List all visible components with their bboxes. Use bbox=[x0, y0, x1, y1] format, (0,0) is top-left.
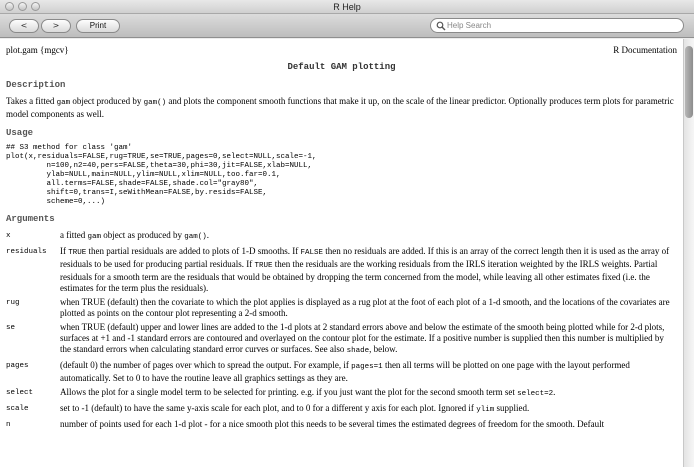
window-controls bbox=[5, 2, 40, 11]
text-run: then partial residuals are added to plot… bbox=[86, 246, 301, 256]
inline-code: FALSE bbox=[300, 249, 323, 257]
argument-row: x a fitted gam object as produced by gam(… bbox=[6, 230, 677, 246]
argument-description: when TRUE (default) upper and lower line… bbox=[60, 322, 677, 360]
page-title: Default GAM plotting bbox=[287, 62, 396, 72]
chevron-right-icon: > bbox=[52, 21, 60, 30]
inline-code: shade bbox=[346, 347, 370, 355]
description-text: Takes a fitted gam object produced by ga… bbox=[6, 96, 677, 120]
text-run: supplied. bbox=[494, 403, 530, 413]
text-run: , below. bbox=[369, 344, 398, 354]
argument-row: select Allows the plot for a single model… bbox=[6, 387, 677, 403]
argument-row: rug when TRUE (default) then the covariat… bbox=[6, 297, 677, 322]
argument-description: set to -1 (default) to have the same y-a… bbox=[60, 403, 677, 419]
forward-button[interactable]: > bbox=[41, 19, 71, 33]
argument-description: when TRUE (default) then the covariate t… bbox=[60, 297, 677, 322]
argument-description: Allows the plot for a single model term … bbox=[60, 387, 677, 403]
text-run: . bbox=[553, 387, 556, 397]
usage-heading: Usage bbox=[6, 128, 34, 138]
help-search-field[interactable]: Help Search bbox=[430, 18, 684, 33]
argument-row: n number of points used for each 1-d plot… bbox=[6, 419, 677, 434]
text-run: object as produced by bbox=[101, 230, 185, 240]
argument-description: a fitted gam object as produced by gam()… bbox=[60, 230, 677, 246]
argument-name: rug bbox=[6, 299, 20, 307]
inline-code: pages=1 bbox=[351, 363, 383, 371]
argument-description: number of points used for each 1-d plot … bbox=[60, 419, 677, 434]
argument-name: scale bbox=[6, 405, 29, 413]
text-run: a fitted bbox=[60, 230, 88, 240]
print-button[interactable]: Print bbox=[76, 19, 120, 33]
topic-label: plot.gam {mgcv} bbox=[6, 45, 69, 55]
argument-description: If TRUE then partial residuals are added… bbox=[60, 246, 677, 297]
inline-code: gam bbox=[56, 99, 71, 107]
window-titlebar: R Help bbox=[0, 0, 694, 14]
text-run: when TRUE (default) then the covariate t… bbox=[60, 297, 670, 318]
argument-row: residuals If TRUE then partial residuals … bbox=[6, 246, 677, 297]
inline-code: TRUE bbox=[254, 262, 273, 270]
arguments-heading: Arguments bbox=[6, 214, 55, 224]
scrollbar-thumb[interactable] bbox=[685, 46, 693, 118]
argument-name: select bbox=[6, 389, 34, 397]
text-run: Takes a fitted bbox=[6, 96, 57, 106]
argument-row: scale set to -1 (default) to have the sam… bbox=[6, 403, 677, 419]
argument-name: pages bbox=[6, 362, 29, 370]
argument-name: se bbox=[6, 324, 16, 332]
text-run: . bbox=[206, 230, 210, 240]
description-heading: Description bbox=[6, 80, 66, 90]
toolbar: < > Print Help Search bbox=[0, 14, 694, 38]
vertical-scrollbar[interactable] bbox=[683, 39, 694, 467]
usage-code: ## S3 method for class 'gam' plot(x,resi… bbox=[6, 144, 317, 206]
window-title: R Help bbox=[333, 2, 361, 12]
argument-row: pages (default 0) the number of pages ove… bbox=[6, 360, 677, 387]
inline-code: gam() bbox=[184, 233, 207, 241]
help-content: plot.gam {mgcv} R Documentation Default … bbox=[0, 39, 683, 467]
minimize-window-button[interactable] bbox=[18, 2, 27, 11]
help-search-placeholder: Help Search bbox=[447, 21, 492, 30]
text-run: Allows the plot for a single model term … bbox=[60, 387, 518, 397]
argument-description: (default 0) the number of pages over whi… bbox=[60, 360, 677, 387]
inline-code: gam() bbox=[143, 99, 167, 107]
argument-name: x bbox=[6, 232, 11, 240]
back-button[interactable]: < bbox=[9, 19, 39, 33]
inline-code: gam bbox=[87, 233, 102, 241]
source-label: R Documentation bbox=[613, 45, 677, 55]
argument-name: residuals bbox=[6, 248, 47, 256]
doc-header: plot.gam {mgcv} R Documentation bbox=[6, 43, 677, 57]
text-run: set to -1 (default) to have the same y-a… bbox=[60, 403, 477, 413]
inline-code: TRUE bbox=[68, 249, 87, 257]
text-run: number of points used for each 1-d plot … bbox=[60, 419, 605, 429]
close-window-button[interactable] bbox=[5, 2, 14, 11]
zoom-window-button[interactable] bbox=[31, 2, 40, 11]
text-run: (default 0) the number of pages over whi… bbox=[60, 360, 352, 370]
inline-code: select=2 bbox=[517, 390, 554, 398]
text-run: object produced by bbox=[70, 96, 144, 106]
argument-row: se when TRUE (default) upper and lower li… bbox=[6, 322, 677, 360]
text-run: If bbox=[60, 246, 69, 256]
inline-code: ylim bbox=[476, 406, 495, 414]
search-icon bbox=[436, 21, 446, 31]
argument-name: n bbox=[6, 421, 11, 429]
arguments-table: x a fitted gam object as produced by gam(… bbox=[6, 230, 677, 434]
chevron-left-icon: < bbox=[20, 21, 28, 30]
